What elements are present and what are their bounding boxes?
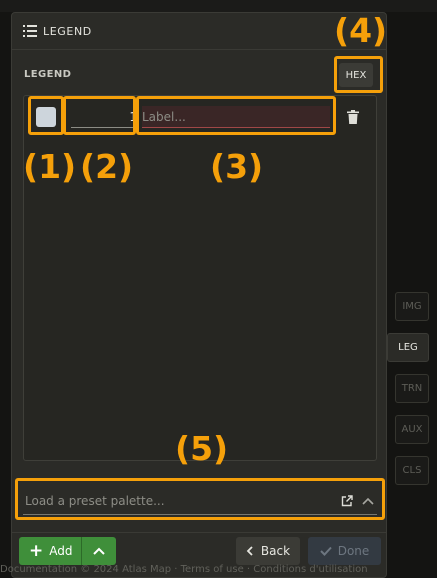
tab-aux[interactable]: AUX bbox=[395, 415, 429, 444]
check-icon bbox=[319, 546, 332, 556]
highlight-preset bbox=[15, 478, 385, 520]
add-menu-button[interactable] bbox=[82, 547, 116, 555]
done-label: Done bbox=[337, 544, 370, 558]
add-label: Add bbox=[49, 544, 73, 558]
done-button[interactable]: Done bbox=[308, 537, 381, 565]
back-button[interactable]: Back bbox=[236, 537, 300, 565]
list-icon bbox=[23, 25, 37, 37]
add-button-group: + Add bbox=[19, 537, 116, 565]
add-button[interactable]: + Add bbox=[19, 537, 81, 565]
plus-icon: + bbox=[29, 540, 44, 561]
highlight-hex bbox=[334, 56, 383, 93]
chevron-left-icon bbox=[246, 546, 253, 556]
annotation-4: (4) bbox=[334, 11, 388, 50]
highlight-label bbox=[136, 96, 336, 135]
panel-title: LEGEND bbox=[43, 24, 92, 38]
tab-img[interactable]: IMG bbox=[395, 292, 429, 321]
annotation-5: (5) bbox=[175, 429, 229, 468]
highlight-value bbox=[63, 96, 136, 135]
footer-divider bbox=[12, 532, 386, 533]
annotation-3: (3) bbox=[210, 147, 264, 186]
panel-header: LEGEND bbox=[12, 13, 386, 50]
trash-icon[interactable] bbox=[347, 110, 359, 124]
tab-trn[interactable]: TRN bbox=[395, 374, 429, 403]
section-label: LEGEND bbox=[24, 69, 72, 80]
tab-cls[interactable]: CLS bbox=[395, 456, 429, 485]
annotation-2: (2) bbox=[80, 147, 134, 186]
chevron-up-icon bbox=[93, 547, 105, 555]
back-label: Back bbox=[260, 544, 291, 558]
page-footer-text: Documentation © 2024 Atlas Map · Terms o… bbox=[0, 564, 368, 575]
tab-leg[interactable]: LEG bbox=[387, 333, 429, 362]
annotation-1: (1) bbox=[23, 147, 77, 186]
highlight-swatch bbox=[28, 96, 64, 135]
side-tabs: IMG LEG TRN AUX CLS bbox=[387, 292, 429, 497]
